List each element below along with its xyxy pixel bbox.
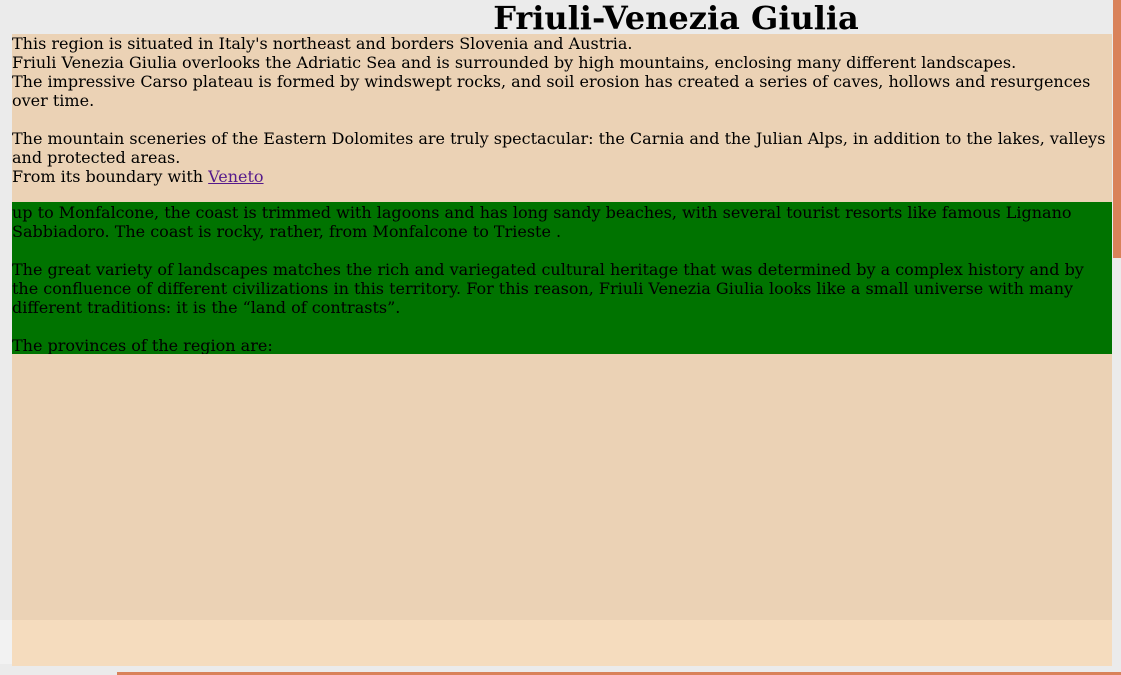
left-margin-strip	[0, 620, 12, 664]
page-title: Friuli-Venezia Giulia	[493, 0, 859, 37]
boundary-prefix: From its boundary with	[12, 167, 209, 186]
intro-paragraph-boundary: From its boundary with Veneto	[12, 167, 1112, 186]
intro-section: This region is situated in Italy's north…	[12, 34, 1112, 202]
page-footer-area	[12, 620, 1112, 666]
heritage-paragraph: The great variety of landscapes matches …	[12, 260, 1084, 317]
veneto-link[interactable]: Veneto	[208, 167, 263, 186]
intro-paragraph-carso: The impressive Carso plateau is formed b…	[12, 72, 1091, 110]
intro-paragraph-dolomites: The mountain sceneries of the Eastern Do…	[12, 129, 1106, 167]
provinces-section	[12, 354, 1112, 620]
intro-paragraph-location: This region is situated in Italy's north…	[12, 34, 633, 53]
coast-paragraph: up to Monfalcone, the coast is trimmed w…	[12, 203, 1072, 241]
intro-paragraph-overview: Friuli Venezia Giulia overlooks the Adri…	[12, 53, 1017, 72]
provinces-heading: The provinces of the region are:	[12, 336, 273, 355]
coast-section: up to Monfalcone, the coast is trimmed w…	[12, 202, 1112, 355]
vertical-scrollbar-thumb[interactable]	[1113, 0, 1121, 258]
